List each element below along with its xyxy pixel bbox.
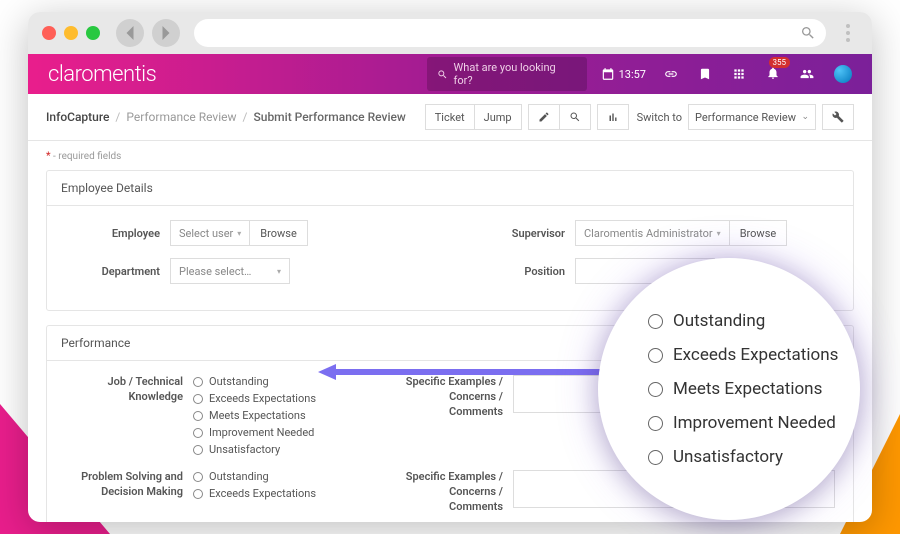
back-button[interactable]: [116, 19, 144, 47]
browse-button[interactable]: Browse: [250, 220, 308, 246]
notifications[interactable]: 355: [766, 65, 780, 84]
edit-button[interactable]: [528, 104, 560, 130]
header-icons: 355: [664, 65, 852, 84]
required-note: * - required fields: [46, 151, 854, 162]
wrench-icon: [832, 111, 844, 123]
logo: claromentis: [48, 62, 156, 87]
breadcrumb-row: InfoCapture / Performance Review / Submi…: [28, 94, 872, 141]
employee-label: Employee: [65, 227, 170, 240]
global-search[interactable]: What are you looking for?: [427, 57, 587, 91]
search-icon: [437, 69, 448, 80]
link-icon[interactable]: [664, 67, 678, 81]
callout-option: Outstanding: [648, 311, 860, 331]
radio-option[interactable]: Outstanding: [193, 470, 393, 483]
callout-option: Meets Expectations: [648, 379, 860, 399]
comments-label: Specific Examples / Concerns / Comments: [393, 470, 513, 515]
chevron-down-icon: ⌄: [801, 112, 809, 122]
breadcrumb-mid[interactable]: Performance Review: [126, 110, 236, 124]
switch-select[interactable]: Performance Review ⌄: [688, 104, 816, 130]
jump-button[interactable]: Jump: [475, 104, 522, 130]
browser-chrome: [28, 12, 872, 54]
callout-option: Unsatisfactory: [648, 447, 860, 467]
bell-icon: [766, 66, 780, 80]
window-close-icon[interactable]: [42, 26, 56, 40]
magnifier-callout: Outstanding Exceeds Expectations Meets E…: [598, 258, 860, 520]
radio-option[interactable]: Exceeds Expectations: [193, 487, 393, 500]
url-bar[interactable]: [194, 19, 826, 47]
search-icon: [569, 111, 581, 123]
q2-options: Outstanding Exceeds Expectations: [193, 470, 393, 515]
q2-label: Problem Solving and Decision Making: [65, 470, 193, 515]
stats-button[interactable]: [597, 104, 629, 130]
radio-option[interactable]: Unsatisfactory: [193, 443, 393, 456]
employee-select[interactable]: Select user▾: [170, 220, 250, 246]
q1-options: Outstanding Exceeds Expectations Meets E…: [193, 375, 393, 460]
department-label: Department: [65, 265, 170, 278]
radio-option[interactable]: Improvement Needed: [193, 426, 393, 439]
supervisor-select[interactable]: Claromentis Administrator▾: [575, 220, 730, 246]
chart-icon: [607, 111, 619, 123]
header-time[interactable]: 13:57: [601, 67, 646, 81]
people-icon[interactable]: [800, 67, 814, 81]
supervisor-label: Supervisor: [470, 227, 575, 240]
position-label: Position: [470, 265, 575, 278]
callout-option: Exceeds Expectations: [648, 345, 860, 365]
search-icon: [800, 25, 816, 41]
browser-menu-icon[interactable]: [838, 24, 858, 42]
q1-label: Job / Technical Knowledge: [65, 375, 193, 460]
annotation-arrow: [318, 364, 608, 380]
search-button[interactable]: [560, 104, 591, 130]
switch-label: Switch to: [637, 111, 682, 124]
search-placeholder: What are you looking for?: [454, 61, 577, 87]
settings-button[interactable]: [822, 104, 854, 130]
radio-option[interactable]: Meets Expectations: [193, 409, 393, 422]
avatar[interactable]: [834, 65, 852, 83]
forward-button[interactable]: [152, 19, 180, 47]
calendar-icon: [601, 67, 615, 81]
department-select[interactable]: Please select…▾: [170, 258, 290, 284]
bookmark-icon[interactable]: [698, 67, 712, 81]
browse-button[interactable]: Browse: [730, 220, 788, 246]
ticket-button[interactable]: Ticket: [425, 104, 475, 130]
callout-option: Improvement Needed: [648, 413, 860, 433]
radio-option[interactable]: Exceeds Expectations: [193, 392, 393, 405]
window-minimize-icon[interactable]: [64, 26, 78, 40]
breadcrumb-root[interactable]: InfoCapture: [46, 110, 109, 124]
panel-title: Employee Details: [47, 171, 853, 206]
app-header: claromentis What are you looking for? 13…: [28, 54, 872, 94]
apps-icon[interactable]: [732, 67, 746, 81]
notification-badge: 355: [769, 57, 791, 68]
edit-icon: [538, 111, 550, 123]
window-maximize-icon[interactable]: [86, 26, 100, 40]
comments-label: Specific Examples / Concerns / Comments: [393, 375, 513, 460]
breadcrumb-current: Submit Performance Review: [254, 110, 406, 124]
